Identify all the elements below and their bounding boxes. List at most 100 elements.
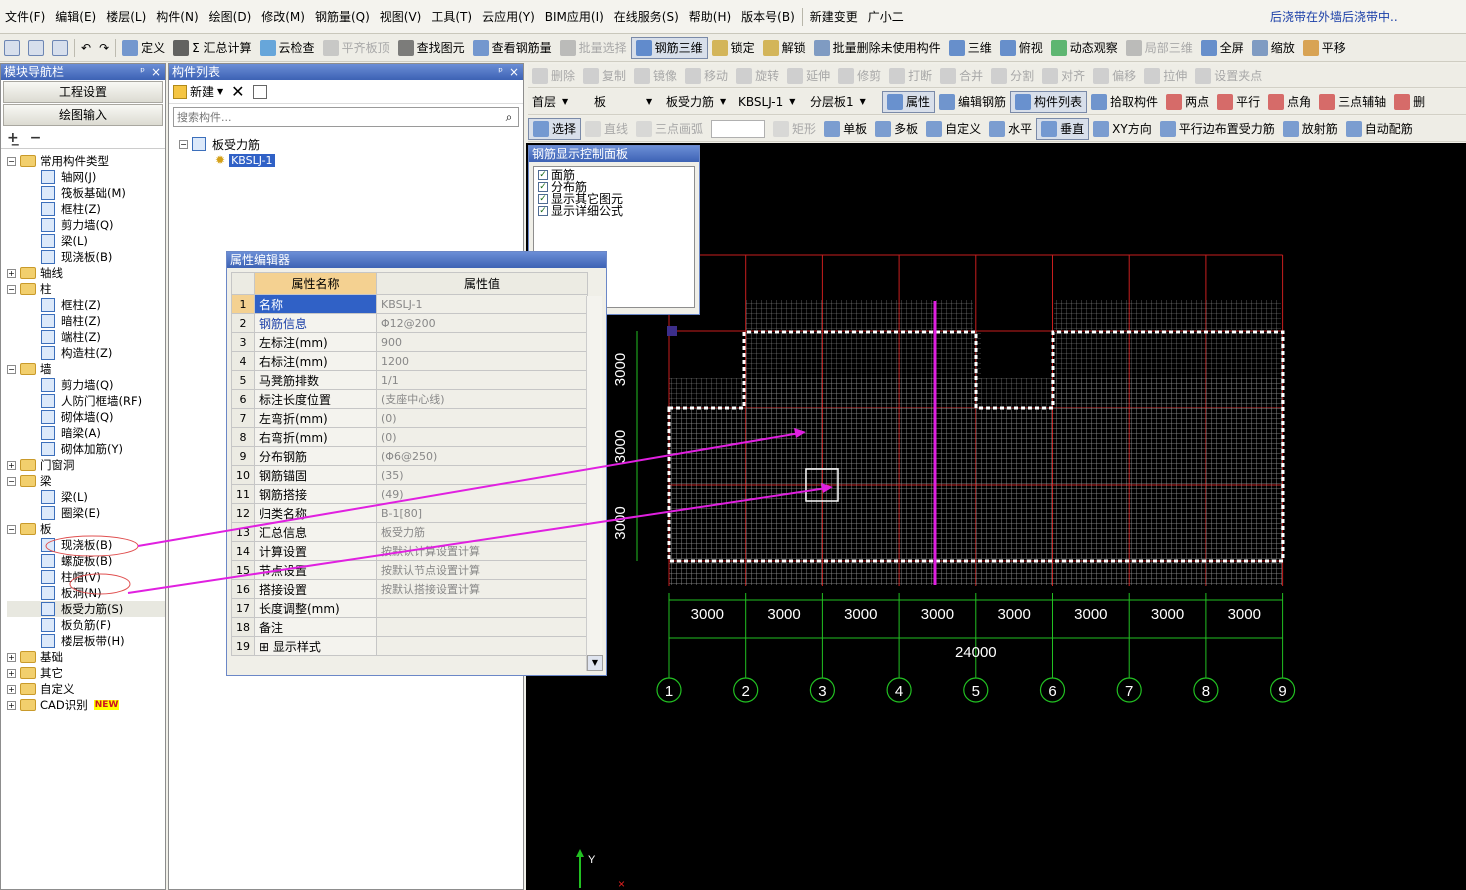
tree-item-4[interactable]: 剪力墙(Q) — [7, 217, 165, 233]
pin-icon[interactable]: ᵖ — [498, 64, 503, 80]
property-row[interactable]: 13 汇总信息 板受力筋 — [231, 522, 588, 542]
edit-tool-0[interactable]: 删除 — [528, 65, 579, 87]
collapse-all-icon[interactable]: − — [30, 130, 42, 146]
tree-item-8[interactable]: − 柱 — [7, 281, 165, 297]
type-select[interactable]: 板 ▼ — [590, 93, 662, 111]
menu-item-2[interactable]: 楼层(L) — [101, 6, 151, 28]
property-row[interactable]: 7 左弯折(mm) (0) — [231, 408, 588, 428]
property-row[interactable]: 1 名称 KBSLJ-1 — [231, 294, 588, 314]
slab-mesh-area[interactable] — [1054, 300, 1281, 330]
project-settings-button[interactable]: 工程设置 — [3, 81, 163, 103]
tree-item-14[interactable]: 剪力墙(Q) — [7, 377, 165, 393]
property-value[interactable]: KBSLJ-1 — [376, 294, 588, 314]
edit-tool-9[interactable]: 分割 — [987, 65, 1038, 87]
draw-tool-9[interactable]: XY方向 — [1089, 118, 1156, 140]
property-row[interactable]: 12 归类名称 B-1[80] — [231, 503, 588, 523]
toolbar-button-1[interactable]: Σ 汇总计算 — [169, 37, 255, 59]
drawing-input-button[interactable]: 绘图输入 — [3, 104, 163, 126]
property-value[interactable]: 1200 — [376, 351, 588, 371]
menu-item-10[interactable]: BIM应用(I) — [540, 6, 609, 28]
collapse-icon[interactable]: − — [179, 139, 188, 149]
tree-item-1[interactable]: 轴网(J) — [7, 169, 165, 185]
property-row[interactable]: 9 分布钢筋 (Φ6@250) — [231, 446, 588, 466]
tree-item-33[interactable]: + 自定义 — [7, 681, 165, 697]
property-row[interactable]: 6 标注长度位置 (支座中心线) — [231, 389, 588, 409]
toolbar-button-16[interactable]: 缩放 — [1248, 37, 1299, 59]
slab-mesh-area[interactable] — [746, 331, 981, 411]
search-input[interactable] — [174, 108, 500, 126]
property-value[interactable]: 1/1 — [376, 370, 588, 390]
menu-item-14[interactable]: 新建变更 — [805, 6, 863, 28]
arc-param-select[interactable] — [711, 119, 766, 138]
tree-item-20[interactable]: − 梁 — [7, 473, 165, 489]
property-row[interactable]: 15 节点设置 按默认节点设置计算 — [231, 560, 588, 580]
toolbar-button-15[interactable]: 全屏 — [1197, 37, 1248, 59]
tree-item-27[interactable]: 板洞(N) — [7, 585, 165, 601]
edit-tool-6[interactable]: 修剪 — [834, 65, 885, 87]
search-icon[interactable]: ⌕ — [500, 108, 518, 126]
view-tool-3[interactable]: 拾取构件 — [1087, 91, 1162, 113]
view-tool-1[interactable]: 编辑钢筋 — [935, 91, 1010, 113]
property-value[interactable]: 按默认计算设置计算 — [376, 541, 588, 561]
toolbar-button-9[interactable]: 解锁 — [759, 37, 810, 59]
toolbar-button-12[interactable]: 俯视 — [996, 37, 1047, 59]
property-value[interactable]: (49) — [376, 484, 588, 504]
redo-icon[interactable]: ↷ — [95, 37, 113, 59]
slab-mesh-area[interactable] — [1054, 331, 1284, 411]
edit-tool-12[interactable]: 拉伸 — [1140, 65, 1191, 87]
property-scrollbar[interactable]: ▼ — [586, 296, 603, 671]
property-value[interactable]: B-1[80] — [376, 503, 588, 523]
tree-item-31[interactable]: + 基础 — [7, 649, 165, 665]
tree-item-0[interactable]: − 常用构件类型 — [7, 153, 165, 169]
property-value[interactable]: (Φ6@250) — [376, 446, 588, 466]
pin-icon[interactable]: ᵖ — [140, 64, 145, 80]
tree-item-13[interactable]: − 墙 — [7, 361, 165, 377]
draw-tool-12[interactable]: 自动配筋 — [1342, 118, 1417, 140]
property-value[interactable]: 按默认搭接设置计算 — [376, 579, 588, 599]
marquee-text[interactable]: 后浇带在外墙后浇带中.. — [1270, 8, 1398, 25]
property-value[interactable]: (0) — [376, 427, 588, 447]
slab-mesh[interactable] — [667, 300, 1285, 585]
rebar-option-3[interactable]: ✓ 显示详细公式 — [538, 205, 690, 217]
property-value[interactable]: (35) — [376, 465, 588, 485]
toolbar-button-8[interactable]: 锁定 — [708, 37, 759, 59]
expand-icon[interactable]: + — [7, 668, 16, 678]
toolbar-button-4[interactable]: 查找图元 — [394, 37, 469, 59]
tree-item-21[interactable]: 梁(L) — [7, 489, 165, 505]
property-row[interactable]: 3 左标注(mm) 900 — [231, 332, 588, 352]
draw-tool-3[interactable]: 矩形 — [769, 118, 820, 140]
tree-item-24[interactable]: 现浇板(B) — [7, 537, 165, 553]
toolbar-button-17[interactable]: 平移 — [1299, 37, 1350, 59]
draw-tool-1[interactable]: 直线 — [581, 118, 632, 140]
view-tool-2[interactable]: 构件列表 — [1010, 90, 1088, 113]
edit-tool-4[interactable]: 旋转 — [732, 65, 783, 87]
edit-tool-13[interactable]: 设置夹点 — [1191, 65, 1266, 87]
property-value[interactable]: 按默认节点设置计算 — [376, 560, 588, 580]
expand-all-icon[interactable]: +̲ — [7, 130, 19, 146]
checkbox-checked-icon[interactable]: ✓ — [538, 206, 548, 216]
expand-icon[interactable]: + — [7, 700, 16, 710]
scroll-down-icon[interactable]: ▼ — [587, 655, 603, 671]
tree-item-30[interactable]: 楼层板带(H) — [7, 633, 165, 649]
property-row[interactable]: 14 计算设置 按默认计算设置计算 — [231, 541, 588, 561]
tree-item-29[interactable]: 板负筋(F) — [7, 617, 165, 633]
toolbar-button-10[interactable]: 批量删除未使用构件 — [810, 37, 945, 59]
tree-item-26[interactable]: 柱帽(V) — [7, 569, 165, 585]
menu-item-12[interactable]: 帮助(H) — [684, 6, 736, 28]
layer-select[interactable]: 分层板1 ▼ — [806, 93, 882, 111]
tree-item-15[interactable]: 人防门框墙(RF) — [7, 393, 165, 409]
menu-item-13[interactable]: 版本号(B) — [736, 6, 800, 28]
tree-item-7[interactable]: + 轴线 — [7, 265, 165, 281]
edit-tool-11[interactable]: 偏移 — [1089, 65, 1140, 87]
tree-item-5[interactable]: 梁(L) — [7, 233, 165, 249]
menu-item-9[interactable]: 云应用(Y) — [477, 6, 540, 28]
toolbar-button-3[interactable]: 平齐板顶 — [319, 37, 394, 59]
draw-tool-2[interactable]: 三点画弧 — [632, 118, 707, 140]
edit-tool-1[interactable]: 复制 — [579, 65, 630, 87]
property-row[interactable]: 16 搭接设置 按默认搭接设置计算 — [231, 579, 588, 599]
tree-item-32[interactable]: + 其它 — [7, 665, 165, 681]
undo-icon[interactable]: ↶ — [77, 37, 95, 59]
property-value[interactable] — [376, 636, 588, 656]
slab-mesh-area[interactable] — [746, 300, 973, 330]
checkbox-checked-icon[interactable]: ✓ — [538, 170, 548, 180]
